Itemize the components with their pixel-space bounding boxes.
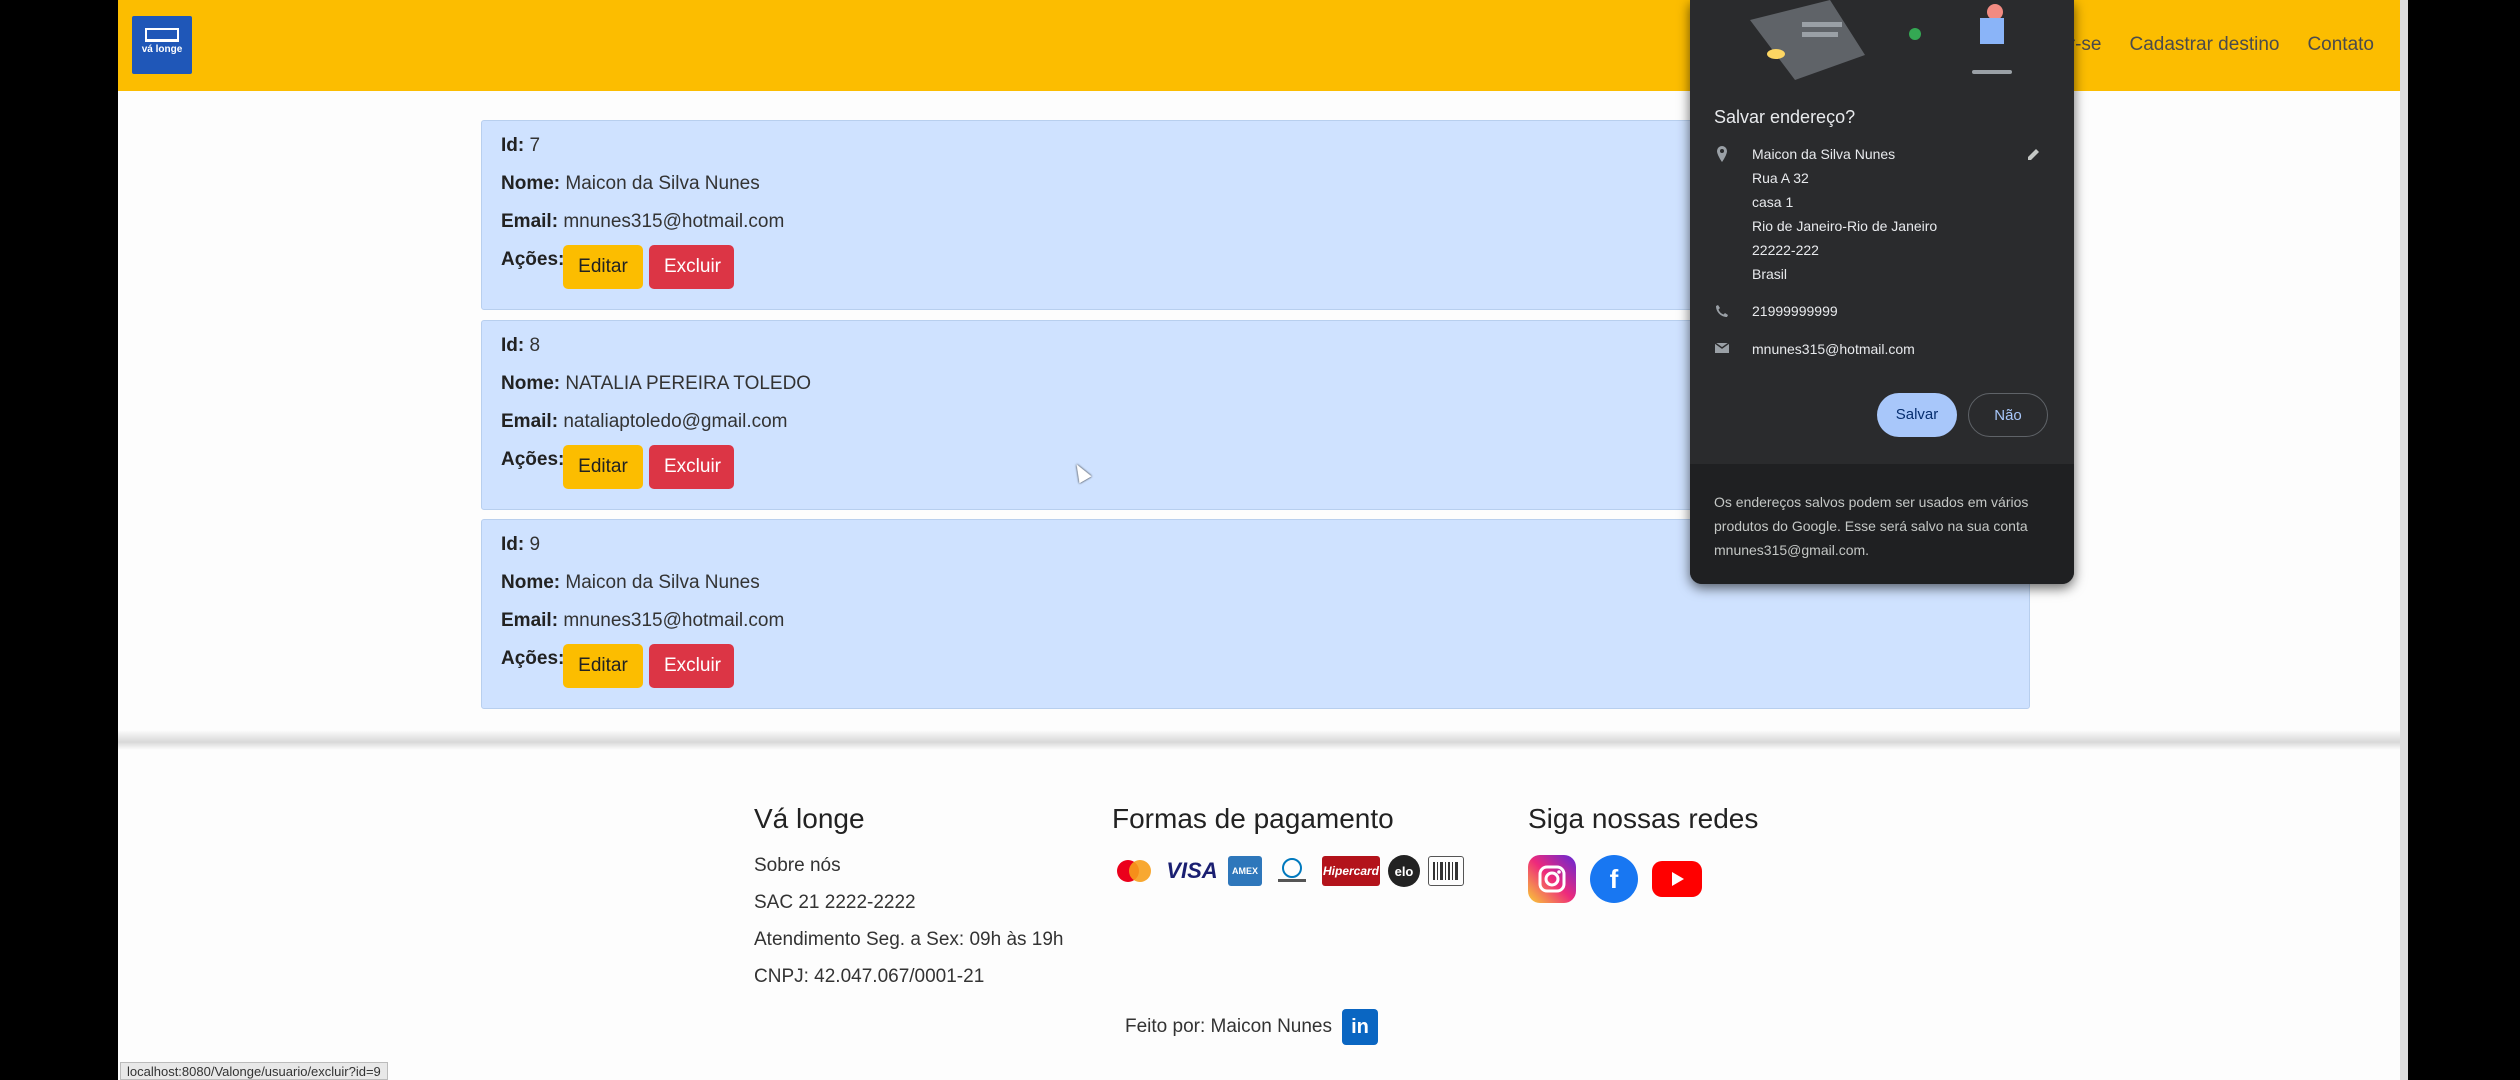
footer-hours: Atendimento Seg. a Sex: 09h às 19h: [754, 929, 1064, 950]
user-nome-row: Nome: NATALIA PEREIRA TOLEDO: [501, 373, 811, 395]
footer-link-sobre[interactable]: Sobre nós: [754, 855, 1064, 877]
acoes-label: Ações:: [501, 249, 564, 271]
email-label: Email:: [501, 411, 559, 432]
save-address-popup: Salvar endereço? Maicon da Silva Nunes R…: [1690, 0, 2074, 584]
footer-sac: SAC 21 2222-2222: [754, 892, 916, 913]
logo-text: vá longe: [141, 44, 183, 55]
diners-icon: [1270, 856, 1314, 886]
user-email-row: Email: mnunes315@hotmail.com: [501, 610, 784, 632]
mastercard-icon: [1112, 856, 1156, 886]
amex-icon: AMEX: [1228, 856, 1262, 886]
edit-button[interactable]: Editar: [563, 644, 643, 688]
scrollbar[interactable]: [2400, 0, 2408, 1080]
footer-payments: Formas de pagamento VISA AMEX Hipercard …: [1112, 803, 1464, 887]
user-nome: Maicon da Silva Nunes: [565, 173, 760, 194]
user-nome: NATALIA PEREIRA TOLEDO: [565, 373, 812, 394]
id-label: Id:: [501, 135, 525, 156]
email-label: Email:: [501, 610, 559, 631]
user-email-row: Email: mnunes315@hotmail.com: [501, 211, 784, 233]
social-icons: f: [1528, 855, 1758, 903]
popup-illustration: [1750, 0, 2012, 80]
footer-cnpj: CNPJ: 42.047.067/0001-21: [754, 966, 985, 987]
address-line: 22222-222: [1752, 242, 1819, 258]
user-email: mnunes315@hotmail.com: [563, 211, 785, 232]
footer-about: Vá longe Sobre nós SAC 21 2222-2222 Aten…: [754, 803, 1064, 1003]
hipercard-icon: Hipercard: [1322, 856, 1380, 886]
delete-button[interactable]: Excluir: [649, 644, 734, 688]
user-id: 9: [529, 534, 541, 555]
user-id-row: Id: 7: [501, 135, 540, 157]
footer-social: Siga nossas redes f: [1528, 803, 1758, 903]
address-line: Brasil: [1752, 266, 1788, 282]
save-button[interactable]: Salvar: [1877, 393, 1957, 437]
status-bar-url: localhost:8080/Valonge/usuario/excluir?i…: [120, 1062, 388, 1080]
user-id: 8: [529, 335, 541, 356]
user-email: nataliaptoledo@gmail.com: [563, 411, 788, 432]
logo-house-icon: [145, 28, 179, 42]
nav-link-contato[interactable]: Contato: [2307, 34, 2374, 56]
edit-pencil-icon[interactable]: [2026, 146, 2042, 167]
nav-links: ar-se Cadastrar destino Contato: [2058, 34, 2374, 56]
popup-footer-text: Os endereços salvos podem ser usados em …: [1690, 464, 2074, 584]
user-id-row: Id: 9: [501, 534, 540, 556]
acoes-text: Ações:: [501, 648, 565, 669]
visa-icon: VISA: [1166, 858, 1218, 883]
facebook-icon[interactable]: f: [1590, 855, 1638, 903]
footer-credit: Feito por: Maicon Nunes in: [1125, 1009, 1378, 1045]
location-pin-icon: [1714, 146, 1730, 162]
email-label: Email:: [501, 211, 559, 232]
acoes-label: Ações:: [501, 449, 564, 471]
edit-button[interactable]: Editar: [563, 445, 643, 489]
footer-about-title: Vá longe: [754, 803, 865, 834]
user-email-row: Email: nataliaptoledo@gmail.com: [501, 411, 788, 433]
address-line: Rio de Janeiro-Rio de Janeiro: [1752, 218, 1938, 234]
address-line: Rua A 32: [1752, 170, 1809, 186]
id-label: Id:: [501, 534, 525, 555]
popup-title: Salvar endereço?: [1714, 107, 1856, 127]
user-id-row: Id: 8: [501, 335, 540, 357]
user-nome-row: Nome: Maicon da Silva Nunes: [501, 173, 760, 195]
delete-button[interactable]: Excluir: [649, 245, 734, 289]
nome-label: Nome:: [501, 173, 561, 194]
no-button[interactable]: Não: [1968, 393, 2048, 437]
user-id: 7: [529, 135, 541, 156]
nome-label: Nome:: [501, 373, 561, 394]
footer-payments-title: Formas de pagamento: [1112, 803, 1394, 834]
phone-number: 21999999999: [1752, 303, 1838, 319]
edit-button[interactable]: Editar: [563, 245, 643, 289]
delete-button[interactable]: Excluir: [649, 445, 734, 489]
credit-text: Feito por: Maicon Nunes: [1125, 1016, 1332, 1037]
instagram-icon[interactable]: [1528, 855, 1576, 903]
user-nome-row: Nome: Maicon da Silva Nunes: [501, 572, 760, 594]
elo-icon: elo: [1388, 855, 1420, 887]
acoes-label: Ações:: [501, 648, 564, 670]
acoes-text: Ações:: [501, 249, 565, 270]
boleto-icon: [1428, 856, 1464, 886]
linkedin-icon[interactable]: in: [1342, 1009, 1378, 1045]
popup-email: mnunes315@hotmail.com: [1752, 341, 1915, 357]
nav-link-cadastrar-destino[interactable]: Cadastrar destino: [2129, 34, 2279, 56]
footer-divider: [118, 730, 2400, 750]
footer-social-title: Siga nossas redes: [1528, 803, 1759, 834]
youtube-icon[interactable]: [1652, 861, 1702, 897]
user-nome: Maicon da Silva Nunes: [565, 572, 760, 593]
address-line: casa 1: [1752, 194, 1794, 210]
phone-icon: [1714, 304, 1730, 320]
acoes-text: Ações:: [501, 449, 565, 470]
user-email: mnunes315@hotmail.com: [563, 610, 785, 631]
mail-icon: [1714, 341, 1730, 357]
payment-icons: VISA AMEX Hipercard elo: [1112, 855, 1464, 887]
logo[interactable]: vá longe: [132, 16, 192, 74]
nome-label: Nome:: [501, 572, 561, 593]
address-line: Maicon da Silva Nunes: [1752, 146, 1896, 162]
id-label: Id:: [501, 335, 525, 356]
